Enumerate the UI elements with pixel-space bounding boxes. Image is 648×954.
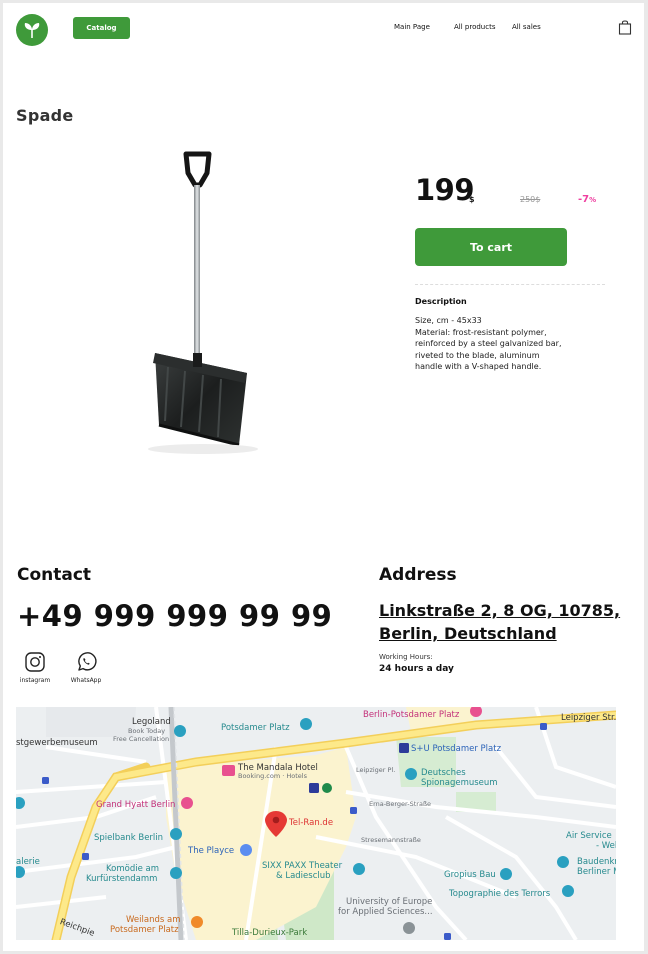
map-label: Booking.com · Hotels (238, 772, 307, 780)
map-label: Berliner M (577, 867, 616, 877)
map-marker-label: Tel-Ran.de (289, 818, 334, 828)
description-title: Description (415, 297, 467, 306)
map-label: Legoland (132, 717, 171, 727)
map-label: alerie (16, 857, 40, 867)
page-title: Spade (16, 106, 74, 125)
map-label: Potsdamer Platz (110, 925, 179, 935)
map[interactable]: Legoland Book Today Free Cancellation st… (16, 707, 616, 940)
nav-all-sales[interactable]: All sales (512, 23, 541, 31)
whatsapp-icon (78, 652, 97, 671)
price-currency: $ (469, 195, 475, 204)
old-price: 250$ (520, 195, 541, 204)
map-label: - Welt (596, 841, 616, 851)
leaf-logo[interactable] (16, 14, 48, 46)
map-label: for Applied Sciences... (338, 907, 433, 917)
map-label: University of Europe (346, 897, 433, 907)
description-line: riveted to the blade, aluminum (415, 350, 540, 360)
description-text: Size, cm - 45x33 Material: frost-resista… (415, 315, 600, 373)
map-label: Spionagemuseum (421, 778, 498, 788)
address-line-2: Berlin, Deutschland (379, 624, 557, 643)
description-line: Material: frost-resistant polymer, (415, 327, 547, 337)
map-label: Free Cancellation (113, 735, 170, 743)
map-label: Air Service (566, 831, 612, 841)
working-hours: 24 hours a day (379, 664, 454, 674)
discount-badge: -7% (578, 194, 596, 205)
map-label: Grand Hyatt Berlin (96, 800, 176, 810)
whatsapp-label: WhatsApp (70, 677, 102, 684)
description-line: handle with a V-shaped handle. (415, 362, 542, 371)
description-line: Size, cm - 45x33 (415, 316, 482, 325)
map-label: Kurfürstendamm (86, 874, 158, 884)
map-label: Leipziger Pl. (356, 766, 396, 774)
map-label: SIXX PAXX Theater (262, 861, 343, 871)
catalog-button[interactable]: Catalog (73, 17, 130, 39)
working-hours-label: Working Hours: (379, 653, 433, 661)
phone-number[interactable]: +49 999 999 99 99 (17, 599, 332, 633)
map-label: Stresemannstraße (361, 836, 421, 844)
map-label: Komödie am (106, 864, 160, 874)
contact-heading: Contact (17, 565, 92, 585)
nav-all-products[interactable]: All products (454, 23, 495, 31)
address-line-1: Linkstraße 2, 8 OG, 10785, (379, 601, 621, 620)
map-label: Berlin-Potsdamer Platz (363, 710, 460, 720)
divider (415, 284, 605, 285)
map-label: Erna-Berger-Straße (369, 800, 432, 808)
instagram-link[interactable]: instagram (15, 651, 55, 684)
instagram-label: instagram (19, 677, 51, 684)
instagram-icon (25, 652, 45, 672)
shopping-bag-icon[interactable] (618, 19, 632, 39)
map-label: stgewerbemuseum (16, 738, 98, 748)
whatsapp-link[interactable]: WhatsApp (66, 651, 106, 684)
product-image (123, 145, 281, 460)
nav-main-page[interactable]: Main Page (394, 23, 430, 31)
price: 199 (415, 173, 475, 207)
map-label: Leipziger Str. (561, 713, 616, 723)
map-label: Baudenkm (577, 857, 616, 867)
description-line: reinforced by a steel galvanized bar, (415, 339, 562, 348)
product-page: Catalog Main Page All products All sales… (3, 3, 644, 951)
map-label: Deutsches (421, 768, 466, 778)
address-link[interactable]: Linkstraße 2, 8 OG, 10785, Berlin, Deuts… (379, 599, 620, 645)
map-label: Tilla-Durieux-Park (232, 928, 308, 938)
to-cart-button[interactable]: To cart (415, 228, 567, 266)
map-label: S+U Potsdamer Platz (411, 744, 502, 754)
map-label: Gropius Bau (444, 870, 496, 880)
discount-value: -7 (578, 194, 590, 205)
map-label: Topographie des Terrors (449, 889, 551, 899)
leaf-icon (24, 23, 40, 38)
map-label: Potsdamer Platz (221, 723, 290, 733)
map-label: Spielbank Berlin (94, 833, 164, 843)
map-label: The Playce (188, 846, 235, 856)
map-label: Book Today (128, 727, 166, 735)
map-label: Weilands am (126, 915, 181, 925)
map-label: & Ladiesclub (276, 871, 331, 881)
discount-unit: % (589, 196, 597, 204)
address-heading: Address (379, 565, 457, 585)
